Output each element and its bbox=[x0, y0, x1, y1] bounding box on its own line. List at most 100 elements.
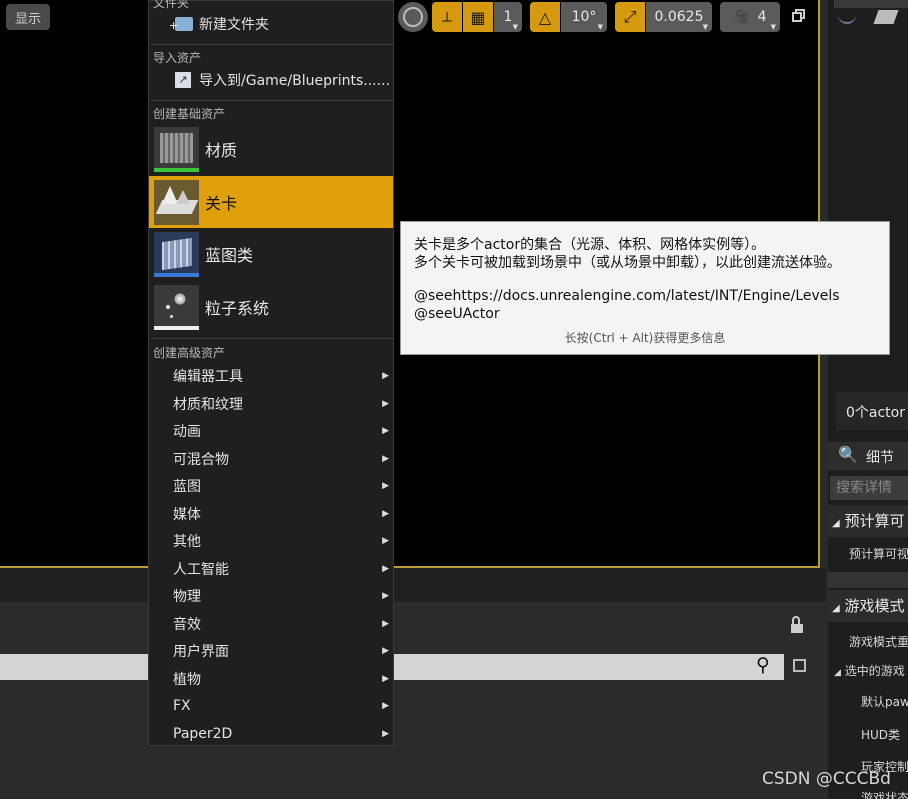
category-label: 预计算可 bbox=[844, 512, 905, 530]
collapse-arrow-icon: ◢ bbox=[832, 518, 840, 529]
chevron-down-icon: ▼ bbox=[702, 23, 708, 31]
menu-item-label: Paper2D bbox=[173, 725, 233, 742]
globe-icon bbox=[403, 7, 423, 27]
property-label: HUD类 bbox=[861, 728, 901, 742]
camera-speed-dropdown[interactable]: 🎥 4 ▼ bbox=[720, 2, 780, 32]
submenu-arrow-icon: ▶ bbox=[382, 591, 389, 601]
lock-icon[interactable] bbox=[791, 616, 805, 634]
rotation-snap-value: 10° bbox=[571, 9, 597, 25]
menu-item-advanced-category[interactable]: 材质和纹理 ▶ bbox=[149, 393, 393, 415]
rotation-snap-value-dropdown[interactable]: 10° ▼ bbox=[561, 2, 607, 32]
search-icon[interactable]: ⚲ bbox=[756, 654, 770, 676]
menu-item-label: 导入到/Game/Blueprints...... bbox=[199, 73, 390, 89]
submenu-arrow-icon: ▶ bbox=[382, 536, 389, 546]
submenu-arrow-icon: ▶ bbox=[382, 563, 389, 574]
rotation-snap-toggle[interactable]: △ bbox=[530, 2, 560, 32]
menu-item-label: 人工智能 bbox=[173, 561, 229, 578]
particle-system-icon bbox=[154, 284, 199, 330]
menu-item-label: 动画 bbox=[173, 424, 201, 440]
section-header-basic-assets: 创建基础资产 bbox=[153, 107, 226, 121]
content-browser-panel bbox=[0, 568, 826, 799]
menu-item-advanced-category[interactable]: Paper2D ▶ bbox=[149, 723, 393, 745]
collapse-arrow-icon: ◢ bbox=[834, 668, 841, 678]
menu-item-advanced-category[interactable]: 用户界面 ▶ bbox=[149, 640, 393, 662]
menu-item-advanced-category[interactable]: 物理 ▶ bbox=[149, 585, 393, 607]
level-tooltip: 关卡是多个actor的集合（光源、体积、网格体实例等）。 多个关卡可被加载到场景… bbox=[400, 221, 890, 355]
maximize-viewport-icon[interactable] bbox=[792, 9, 806, 23]
menu-item-advanced-category[interactable]: 其他 ▶ bbox=[149, 530, 393, 552]
menu-item-advanced-category[interactable]: 植物 ▶ bbox=[149, 668, 393, 690]
menu-item-advanced-category[interactable]: 人工智能 ▶ bbox=[149, 558, 393, 580]
new-folder-icon: + bbox=[169, 17, 193, 32]
submenu-arrow-icon: ▶ bbox=[382, 701, 389, 711]
details-tab-label: 细节 bbox=[866, 450, 894, 466]
rotation-icon: △ bbox=[538, 7, 552, 27]
menu-item-label: FX bbox=[173, 698, 191, 714]
surface-snap-button[interactable]: ⟂ bbox=[432, 2, 462, 32]
menu-item-new-folder[interactable]: + 新建文件夹 bbox=[149, 13, 393, 35]
menu-item-advanced-category[interactable]: 音效 ▶ bbox=[149, 613, 393, 635]
menu-item-label: 物理 bbox=[173, 589, 201, 605]
world-local-toggle-button[interactable] bbox=[398, 2, 428, 32]
tooltip-line: @seeUActor bbox=[414, 306, 500, 322]
property-label: 预计算可视 bbox=[849, 547, 908, 561]
chevron-down-icon: ▼ bbox=[770, 23, 776, 31]
scale-snap-value-dropdown[interactable]: 0.0625 ▼ bbox=[646, 2, 712, 32]
submenu-arrow-icon: ▶ bbox=[382, 371, 389, 381]
category-precomputed-visibility[interactable]: ◢ 预计算可 bbox=[828, 505, 908, 537]
submenu-arrow-icon: ▶ bbox=[382, 508, 389, 519]
submenu-arrow-icon: ▶ bbox=[382, 481, 389, 491]
menu-item-label: 可混合物 bbox=[173, 451, 229, 468]
menu-item-label: 粒子系统 bbox=[205, 299, 270, 318]
tooltip-line: 关卡是多个actor的集合（光源、体积、网格体实例等）。 bbox=[414, 237, 766, 253]
menu-item-material[interactable]: 材质 bbox=[149, 123, 393, 175]
section-header-import: 导入资产 bbox=[153, 51, 202, 65]
submenu-arrow-icon: ▶ bbox=[382, 646, 389, 656]
menu-item-advanced-category[interactable]: 蓝图 ▶ bbox=[149, 475, 393, 497]
menu-item-blueprint-class[interactable]: 蓝图类 bbox=[149, 228, 393, 280]
grid-snap-toggle[interactable]: ▦ bbox=[463, 2, 493, 32]
section-header-advanced-assets: 创建高级资产 bbox=[153, 346, 226, 360]
menu-item-advanced-category[interactable]: FX ▶ bbox=[149, 695, 393, 717]
property-row bbox=[828, 572, 908, 588]
subcategory-label: 选中的游戏 bbox=[844, 664, 905, 678]
show-button[interactable]: 显示 bbox=[6, 4, 50, 30]
scale-snap-toggle[interactable]: ⤢ bbox=[615, 2, 645, 32]
category-label: 游戏模式 bbox=[844, 597, 905, 615]
surface-snap-icon: ⟂ bbox=[441, 8, 452, 26]
details-search-input[interactable]: 搜索详情 bbox=[830, 476, 908, 500]
menu-separator bbox=[151, 338, 393, 339]
tooltip-line: 多个关卡可被加载到场景中（或从场景中卸载），以此创建流送体验。 bbox=[414, 255, 841, 271]
material-icon bbox=[154, 126, 199, 172]
chevron-down-icon: ▼ bbox=[597, 23, 603, 31]
property-label: 游戏模式重 bbox=[849, 635, 908, 649]
menu-item-advanced-category[interactable]: 媒体 ▶ bbox=[149, 503, 393, 525]
watermark-text: CSDN @CCCBd bbox=[762, 769, 891, 789]
import-icon: ↗ bbox=[175, 72, 191, 88]
subcategory-selected-game-mode[interactable]: ◢ 选中的游戏 bbox=[834, 662, 908, 679]
collapse-arrow-icon: ◢ bbox=[832, 603, 840, 614]
grid-snap-value-dropdown[interactable]: 1 ▼ bbox=[494, 2, 522, 32]
save-search-icon[interactable] bbox=[793, 659, 806, 672]
menu-item-advanced-category[interactable]: 编辑器工具 ▶ bbox=[149, 365, 393, 387]
tab-details[interactable]: 🔍 细节 bbox=[828, 442, 908, 470]
chevron-down-icon: ▼ bbox=[512, 23, 518, 31]
menu-item-advanced-category[interactable]: 可混合物 ▶ bbox=[149, 448, 393, 470]
category-game-mode[interactable]: ◢ 游戏模式 bbox=[828, 590, 908, 622]
menu-item-label: 材质和纹理 bbox=[173, 396, 243, 413]
magnifier-icon: 🔍 bbox=[838, 445, 858, 464]
submenu-arrow-icon: ▶ bbox=[382, 618, 389, 629]
submenu-arrow-icon: ▶ bbox=[382, 673, 389, 684]
menu-item-level[interactable]: 关卡 bbox=[149, 176, 393, 228]
menu-item-particle-system[interactable]: 粒子系统 bbox=[149, 281, 393, 333]
menu-item-label: 材质 bbox=[205, 141, 238, 160]
submenu-arrow-icon: ▶ bbox=[382, 426, 389, 436]
menu-item-advanced-category[interactable]: 动画 ▶ bbox=[149, 420, 393, 442]
menu-item-import[interactable]: ↗ 导入到/Game/Blueprints...... bbox=[149, 69, 393, 91]
blueprint-class-icon bbox=[154, 231, 199, 277]
menu-item-label: 蓝图 bbox=[173, 479, 201, 495]
menu-item-label: 其他 bbox=[173, 534, 201, 550]
tooltip-link: @seehttps://docs.unrealengine.com/latest… bbox=[414, 288, 840, 304]
menu-separator bbox=[151, 44, 393, 45]
add-new-context-menu: 文件夹 + 新建文件夹 导入资产 ↗ 导入到/Game/Blueprints..… bbox=[148, 0, 394, 746]
